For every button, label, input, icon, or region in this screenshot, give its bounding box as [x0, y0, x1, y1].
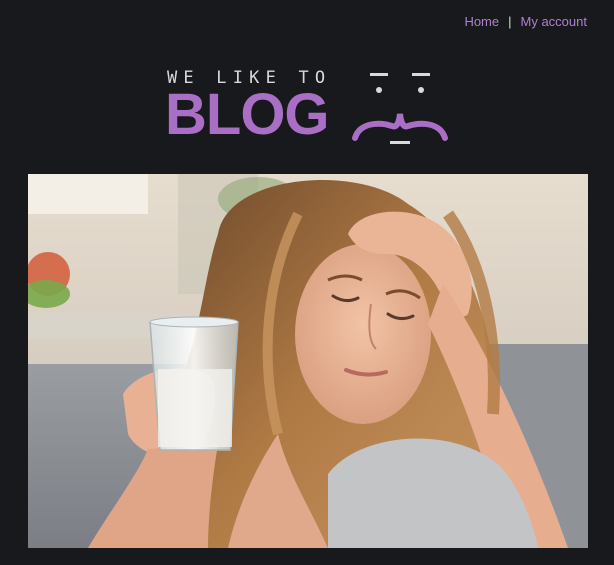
nav-separator: | — [508, 14, 512, 29]
face-icon — [352, 73, 448, 144]
nav-my-account-link[interactable]: My account — [521, 14, 587, 29]
logo-wordmark: BLOG — [165, 82, 330, 147]
hero-image — [28, 174, 588, 548]
page: Home | My account WE LIKE TO BLOG — [0, 0, 614, 565]
hero-photo — [28, 174, 588, 548]
top-nav: Home | My account — [464, 14, 587, 29]
site-logo[interactable]: WE LIKE TO BLOG — [165, 68, 455, 148]
nav-home-link[interactable]: Home — [464, 14, 499, 29]
